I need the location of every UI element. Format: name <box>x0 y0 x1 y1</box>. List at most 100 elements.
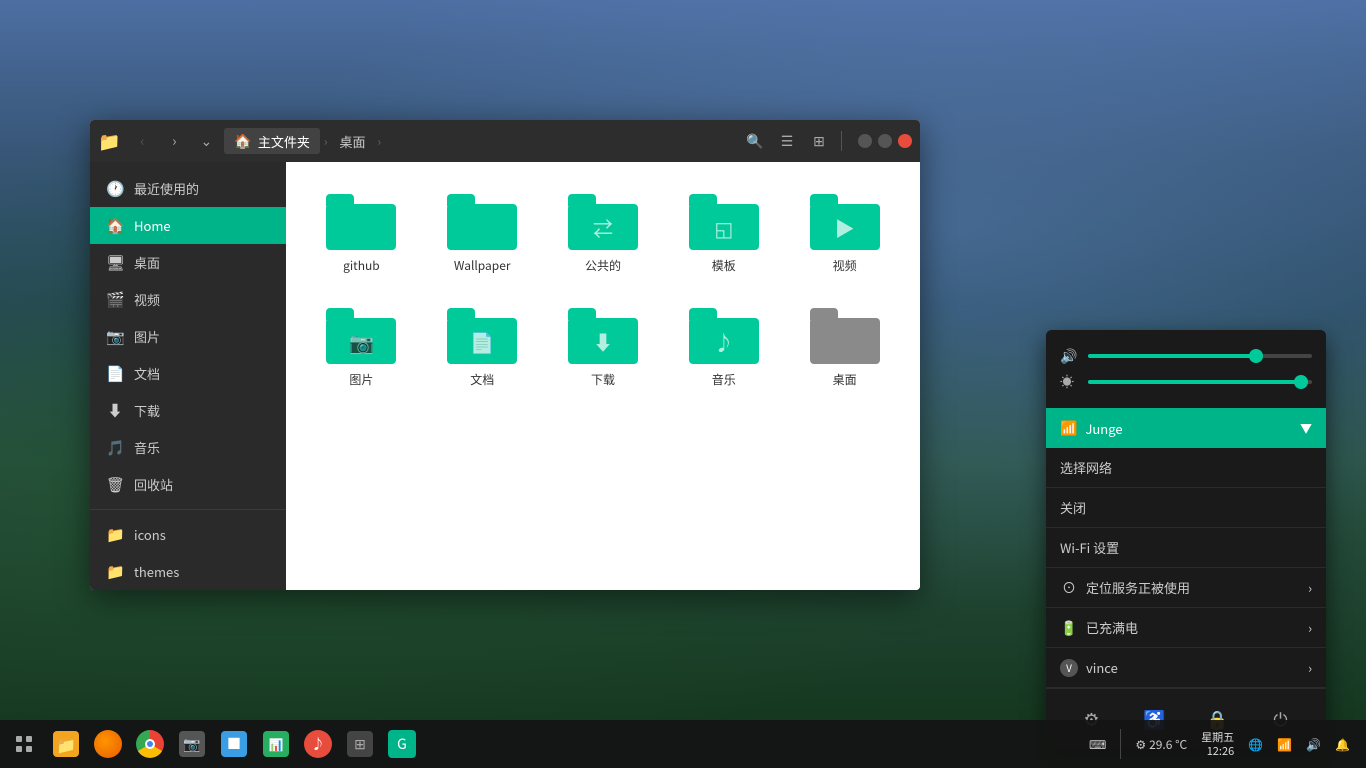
brightness-fill <box>1088 380 1301 384</box>
chrome-button[interactable] <box>130 724 170 764</box>
wifi-off-item[interactable]: 关闭 <box>1046 488 1326 528</box>
battery-label: 已充满电 <box>1086 618 1138 637</box>
sidebar-label-trash: 回收站 <box>134 475 173 494</box>
battery-icon: 🔋 <box>1060 619 1078 637</box>
file-item-music[interactable]: ♪ 音乐 <box>668 296 779 400</box>
sidebar-item-videos[interactable]: 🎬 视频 <box>90 281 286 318</box>
file-item-public[interactable]: ⇄ 公共的 <box>548 182 659 286</box>
sidebar: 🕐 最近使用的 🏠 Home 🖥 桌面 🎬 视频 📷 图片 📄 <box>90 162 286 590</box>
weekday: 星期五 <box>1201 730 1234 744</box>
wifi-tray-item[interactable]: 📶 <box>1273 734 1296 755</box>
keyboard-tray-item[interactable]: ⌨ <box>1085 734 1110 755</box>
datetime-tray-item[interactable]: 星期五 12:26 <box>1197 728 1238 761</box>
sidebar-label-themes: themes <box>134 562 179 581</box>
brightness-thumb <box>1294 375 1308 389</box>
list-view-button[interactable]: ☰ <box>773 127 801 155</box>
path-desktop[interactable]: 桌面 <box>332 129 374 154</box>
path-separator: › <box>324 133 328 150</box>
sidebar-item-home[interactable]: 🏠 Home <box>90 207 286 244</box>
sidebar-label-downloads: 下载 <box>134 401 160 420</box>
file-name-templates: 模板 <box>712 258 736 274</box>
taskbar-tray: ⌨ ⚙ 29.6 °C 星期五 12:26 🌐 📶 🔊 🔔 <box>1085 728 1362 761</box>
file-name-pictures: 图片 <box>349 372 373 388</box>
file-item-templates[interactable]: ◱ 模板 <box>668 182 779 286</box>
share-icon: ⇄ <box>593 213 613 242</box>
red-app-button[interactable]: ♪ <box>298 724 338 764</box>
file-item-github[interactable]: github <box>306 182 417 286</box>
sidebar-divider <box>90 509 286 510</box>
home-icon: 🏠 <box>234 131 251 151</box>
taskbar-apps: 📁 📷 ■ 📊 ♪ ⊞ <box>4 724 1085 764</box>
user-left: V vince <box>1060 658 1118 677</box>
volume-tray-icon: 🔊 <box>1306 736 1321 753</box>
brightness-track[interactable] <box>1088 380 1312 384</box>
files-taskbar-button[interactable]: 📁 <box>46 724 86 764</box>
editor-button[interactable]: ■ <box>214 724 254 764</box>
sidebar-item-downloads[interactable]: ⬇ 下载 <box>90 392 286 429</box>
sidebar-item-trash[interactable]: 🗑 回收站 <box>90 466 286 503</box>
user-item[interactable]: V vince › <box>1046 648 1326 688</box>
green-app-button[interactable]: G <box>382 724 422 764</box>
firefox-button[interactable] <box>88 724 128 764</box>
volume-tray-item[interactable]: 🔊 <box>1302 734 1325 755</box>
settings-tray-icon: ⚙ <box>1135 736 1146 753</box>
themes-folder-icon: 📁 <box>106 561 124 582</box>
app7-button[interactable]: ⊞ <box>340 724 380 764</box>
close-button[interactable] <box>898 134 912 148</box>
camera-app-button[interactable]: 📷 <box>172 724 212 764</box>
sidebar-item-desktop[interactable]: 🖥 桌面 <box>90 244 286 281</box>
file-item-pictures[interactable]: 📷 图片 <box>306 296 417 400</box>
sidebar-label-desktop: 桌面 <box>134 253 160 272</box>
path-home[interactable]: 🏠 主文件夹 <box>224 128 319 154</box>
nav-up-button[interactable]: ⌄ <box>192 127 220 155</box>
monitor-button[interactable]: 📊 <box>256 724 296 764</box>
nav-forward-button[interactable]: › <box>160 127 188 155</box>
path-separator-2: › <box>378 133 382 150</box>
select-network-item[interactable]: 选择网络 <box>1046 448 1326 488</box>
folder-icon-music: ♪ <box>689 308 759 364</box>
sidebar-item-icons[interactable]: 📁 icons <box>90 516 286 553</box>
sidebar-item-music[interactable]: 🎵 音乐 <box>90 429 286 466</box>
file-item-desktop-folder[interactable]: 桌面 <box>789 296 900 400</box>
template-icon: ◱ <box>714 213 733 242</box>
battery-item[interactable]: 🔋 已充满电 › <box>1046 608 1326 648</box>
tray-separator <box>1120 729 1121 759</box>
location-item[interactable]: ⊙ 定位服务正被使用 › <box>1046 568 1326 608</box>
file-item-videos[interactable]: ▶ 视频 <box>789 182 900 286</box>
sidebar-item-documents[interactable]: 📄 文档 <box>90 355 286 392</box>
file-name-wallpaper: Wallpaper <box>454 258 511 274</box>
file-item-downloads[interactable]: ⬇ 下载 <box>548 296 659 400</box>
wifi-connected-item[interactable]: 📶 Junge ▼ <box>1046 408 1326 448</box>
file-name-videos: 视频 <box>833 258 857 274</box>
sidebar-item-pictures[interactable]: 📷 图片 <box>90 318 286 355</box>
volume-thumb <box>1249 349 1263 363</box>
brightness-row: ☀ <box>1060 372 1312 392</box>
search-button[interactable]: 🔍 <box>741 127 769 155</box>
volume-icon: 🔊 <box>1060 346 1080 366</box>
breadcrumb: 🏠 主文件夹 › 桌面 › <box>224 128 381 154</box>
grid-view-button[interactable]: ⊞ <box>805 127 833 155</box>
globe-tray-item[interactable]: 🌐 <box>1244 734 1267 755</box>
wifi-settings-item[interactable]: Wi-Fi 设置 <box>1046 528 1326 568</box>
maximize-button[interactable] <box>878 134 892 148</box>
documents-icon: 📄 <box>106 363 124 384</box>
battery-left: 🔋 已充满电 <box>1060 618 1138 637</box>
temperature-tray-item[interactable]: ⚙ 29.6 °C <box>1131 734 1191 755</box>
sidebar-item-recent[interactable]: 🕐 最近使用的 <box>90 170 286 207</box>
separator <box>841 131 842 151</box>
file-item-documents[interactable]: 📄 文档 <box>427 296 538 400</box>
notifications-tray-item[interactable]: 🔔 <box>1331 734 1354 755</box>
titlebar: 📁 ‹ › ⌄ 🏠 主文件夹 › 桌面 › 🔍 ☰ ⊞ <box>90 120 920 162</box>
trash-icon: 🗑 <box>106 474 124 495</box>
green-app-icon: G <box>388 730 416 758</box>
folder-icon-desktop-folder <box>810 308 880 364</box>
nav-back-button[interactable]: ‹ <box>128 127 156 155</box>
sidebar-label-pictures: 图片 <box>134 327 160 346</box>
recent-icon: 🕐 <box>106 178 124 199</box>
apps-grid-button[interactable] <box>4 724 44 764</box>
sidebar-item-themes[interactable]: 📁 themes <box>90 553 286 590</box>
minimize-button[interactable] <box>858 134 872 148</box>
volume-track[interactable] <box>1088 354 1312 358</box>
file-name-public: 公共的 <box>585 258 621 274</box>
file-item-wallpaper[interactable]: Wallpaper <box>427 182 538 286</box>
